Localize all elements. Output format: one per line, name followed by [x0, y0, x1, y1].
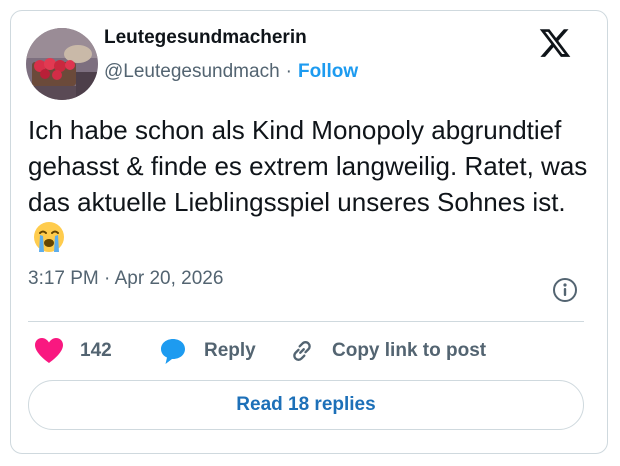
- copy-link-label: Copy link to post: [332, 340, 487, 361]
- speech-bubble-icon: [161, 339, 185, 364]
- copy-link-button[interactable]: Copy link to post: [288, 334, 486, 368]
- like-button[interactable]: 142: [34, 334, 112, 368]
- tweet-text: Ich habe schon als Kind Monopoly abgrund…: [28, 112, 588, 256]
- author-handle[interactable]: @Leutegesundmach: [104, 61, 280, 82]
- divider: [28, 321, 584, 322]
- separator-dot: ·: [285, 61, 292, 82]
- reply-button[interactable]: Reply: [158, 334, 256, 368]
- reply-label: Reply: [204, 340, 256, 361]
- avatar[interactable]: [26, 28, 98, 100]
- author-display-name[interactable]: Leutegesundmacherin: [104, 27, 307, 49]
- loudly-crying-face-emoji-icon: [32, 220, 66, 254]
- x-logo-icon[interactable]: [538, 26, 572, 60]
- tweet-timestamp[interactable]: 3:17 PM · Apr 20, 2026: [28, 268, 223, 290]
- tweet-body: Ich habe schon als Kind Monopoly abgrund…: [28, 115, 588, 217]
- info-icon[interactable]: [552, 277, 578, 303]
- read-replies-label: Read 18 replies: [236, 394, 376, 415]
- follow-button[interactable]: Follow: [298, 61, 358, 82]
- heart-icon: [35, 338, 63, 363]
- link-icon: [293, 341, 311, 361]
- like-count: 142: [80, 340, 112, 361]
- avatar-image: [26, 28, 98, 100]
- read-replies-button[interactable]: Read 18 replies: [28, 380, 584, 430]
- author-handle-row: @Leutegesundmach · Follow: [104, 61, 358, 83]
